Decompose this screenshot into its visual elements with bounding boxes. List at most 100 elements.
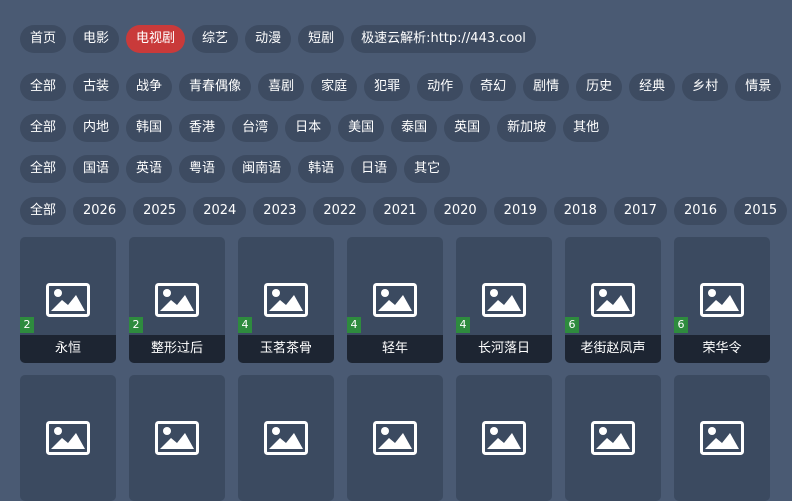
language-chip[interactable]: 粤语	[179, 155, 226, 183]
episode-count-badge: 4	[456, 317, 470, 333]
year-chip[interactable]: 2026	[73, 197, 127, 225]
region-chip[interactable]: 韩国	[126, 114, 173, 142]
year-chip[interactable]: 2015	[734, 197, 788, 225]
language-chip[interactable]: 全部	[20, 155, 67, 183]
genre-chip[interactable]: 情景	[735, 73, 782, 101]
image-placeholder-icon	[46, 283, 90, 317]
year-chip[interactable]: 2024	[193, 197, 247, 225]
genre-chip[interactable]: 全部	[20, 73, 67, 101]
region-chip[interactable]: 香港	[179, 114, 226, 142]
video-title: 荣华令	[674, 335, 770, 363]
year-chip[interactable]: 2020	[433, 197, 487, 225]
region-chip[interactable]: 新加坡	[497, 114, 557, 142]
year-chip[interactable]: 2016	[673, 197, 728, 225]
video-card[interactable]	[347, 375, 443, 501]
genre-chip[interactable]: 历史	[576, 73, 623, 101]
video-card[interactable]: 6 老街赵凤声	[565, 237, 661, 363]
video-title: 长河落日	[456, 335, 552, 363]
year-chip[interactable]: 2023	[253, 197, 307, 225]
episode-count-badge: 2	[129, 317, 143, 333]
genre-filter-row: 全部 古装 战争 青春偶像 喜剧 家庭 犯罪 动作 奇幻 剧情 历史 经典 乡村 情景	[20, 73, 792, 101]
genre-chip[interactable]: 战争	[126, 73, 173, 101]
region-chip[interactable]: 美国	[338, 114, 385, 142]
language-filter-row: 全部 国语 英语 粤语 闽南语 韩语 日语 其它	[20, 155, 792, 183]
image-placeholder-icon	[482, 283, 526, 317]
region-chip[interactable]: 日本	[285, 114, 332, 142]
image-placeholder-icon	[46, 421, 90, 455]
video-title: 轻年	[347, 335, 443, 363]
image-placeholder-icon	[700, 283, 744, 317]
region-chip[interactable]: 内地	[73, 114, 120, 142]
genre-chip[interactable]: 青春偶像	[179, 73, 252, 101]
image-placeholder-icon	[373, 283, 417, 317]
region-chip[interactable]: 台湾	[232, 114, 279, 142]
language-chip[interactable]: 日语	[351, 155, 398, 183]
episode-count-badge: 4	[238, 317, 252, 333]
episode-count-badge: 2	[20, 317, 34, 333]
language-chip[interactable]: 闽南语	[232, 155, 292, 183]
video-card[interactable]: 6 荣华令	[674, 237, 770, 363]
genre-chip[interactable]: 家庭	[311, 73, 358, 101]
image-placeholder-icon	[155, 421, 199, 455]
nav-tab[interactable]: 短剧	[298, 25, 345, 53]
video-card[interactable]: 4 玉茗茶骨	[238, 237, 334, 363]
episode-count-badge: 6	[565, 317, 579, 333]
category-nav: 首页 电影 电视剧 综艺 动漫 短剧 极速云解析:http://443.cool	[20, 25, 792, 53]
video-grid: 2 永恒 2 整形过后 4 玉茗茶骨 4 轻年 4 长河落日 6 老街赵凤声 6 荣华令	[20, 237, 792, 501]
genre-chip[interactable]: 乡村	[682, 73, 729, 101]
year-chip[interactable]: 全部	[20, 197, 67, 225]
year-chip[interactable]: 2018	[553, 197, 607, 225]
nav-tab[interactable]: 综艺	[192, 25, 239, 53]
video-card[interactable]: 2 整形过后	[129, 237, 225, 363]
image-placeholder-icon	[373, 421, 417, 455]
language-chip[interactable]: 韩语	[298, 155, 345, 183]
video-card[interactable]	[456, 375, 552, 501]
episode-count-badge: 6	[674, 317, 688, 333]
video-card[interactable]	[238, 375, 334, 501]
region-chip[interactable]: 全部	[20, 114, 67, 142]
video-card[interactable]	[674, 375, 770, 501]
image-placeholder-icon	[591, 421, 635, 455]
image-placeholder-icon	[264, 421, 308, 455]
region-chip[interactable]: 其他	[563, 114, 610, 142]
video-card[interactable]: 4 轻年	[347, 237, 443, 363]
nav-tab[interactable]: 首页	[20, 25, 67, 53]
episode-count-badge: 4	[347, 317, 361, 333]
video-title: 永恒	[20, 335, 116, 363]
video-card[interactable]	[129, 375, 225, 501]
nav-tab[interactable]: 动漫	[245, 25, 292, 53]
year-chip[interactable]: 2022	[313, 197, 367, 225]
year-chip[interactable]: 2021	[373, 197, 427, 225]
year-chip[interactable]: 2019	[493, 197, 547, 225]
nav-tab[interactable]: 电视剧	[126, 25, 186, 53]
video-title: 老街赵凤声	[565, 335, 661, 363]
nav-tab[interactable]: 极速云解析:http://443.cool	[351, 25, 536, 53]
language-chip[interactable]: 其它	[404, 155, 451, 183]
genre-chip[interactable]: 古装	[73, 73, 120, 101]
language-chip[interactable]: 英语	[126, 155, 173, 183]
video-card[interactable]	[565, 375, 661, 501]
genre-chip[interactable]: 犯罪	[364, 73, 411, 101]
region-chip[interactable]: 泰国	[391, 114, 438, 142]
video-card[interactable]: 4 长河落日	[456, 237, 552, 363]
region-chip[interactable]: 英国	[444, 114, 491, 142]
video-title: 整形过后	[129, 335, 225, 363]
year-filter-row: 全部 2026 2025 2024 2023 2022 2021 2020 2019 2018 20…	[20, 197, 792, 225]
genre-chip[interactable]: 奇幻	[470, 73, 517, 101]
year-chip[interactable]: 2017	[613, 197, 667, 225]
video-card[interactable]: 2 永恒	[20, 237, 116, 363]
video-card[interactable]	[20, 375, 116, 501]
image-placeholder-icon	[482, 421, 526, 455]
image-placeholder-icon	[155, 283, 199, 317]
language-chip[interactable]: 国语	[73, 155, 120, 183]
nav-tab[interactable]: 电影	[73, 25, 120, 53]
image-placeholder-icon	[700, 421, 744, 455]
region-filter-row: 全部 内地 韩国 香港 台湾 日本 美国 泰国 英国 新加坡 其他	[20, 114, 792, 142]
video-title: 玉茗茶骨	[238, 335, 334, 363]
genre-chip[interactable]: 经典	[629, 73, 676, 101]
genre-chip[interactable]: 动作	[417, 73, 464, 101]
year-chip[interactable]: 2025	[133, 197, 187, 225]
genre-chip[interactable]: 剧情	[523, 73, 570, 101]
image-placeholder-icon	[591, 283, 635, 317]
genre-chip[interactable]: 喜剧	[258, 73, 305, 101]
